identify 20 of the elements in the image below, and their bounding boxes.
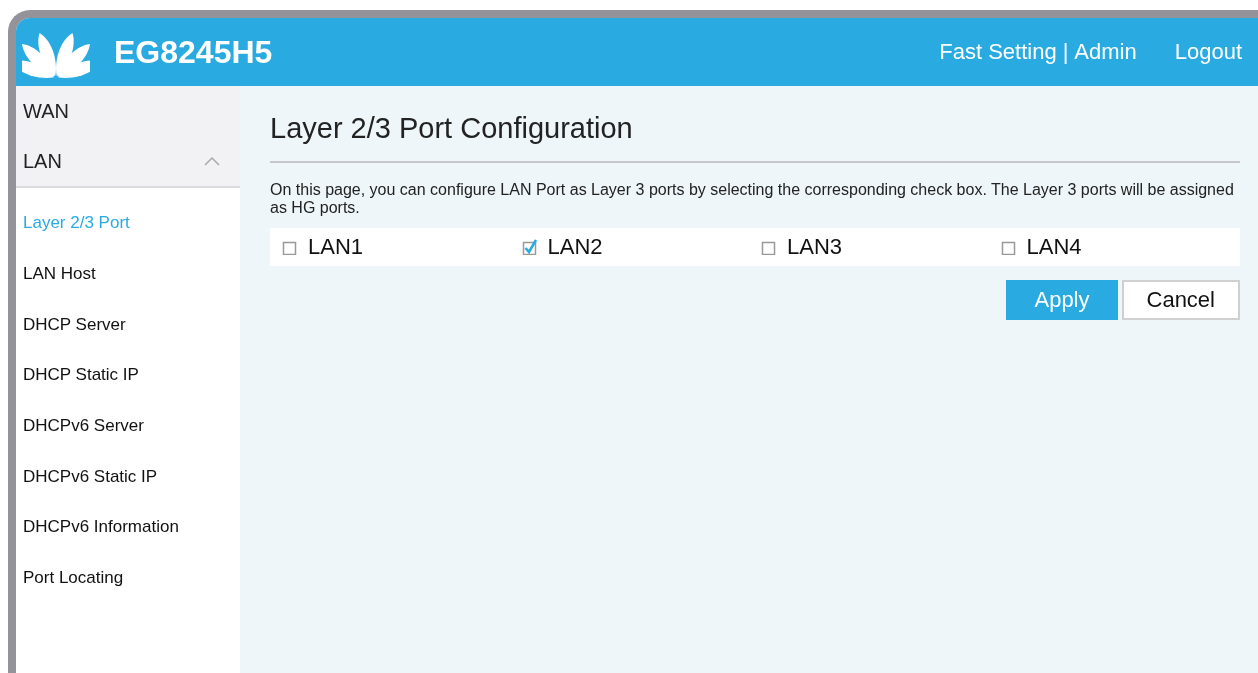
port-label: LAN4 xyxy=(1026,233,1082,260)
chevron-icon xyxy=(204,156,220,166)
cancel-button[interactable]: Cancel xyxy=(1121,279,1240,320)
separator: | xyxy=(1062,39,1069,65)
port-label: LAN1 xyxy=(308,233,364,260)
sidebar-subitem[interactable]: LAN Host xyxy=(16,248,240,300)
page-title: Layer 2/3 Port Configuration xyxy=(270,112,1240,163)
sidebar-subitem[interactable]: DHCPv6 Information xyxy=(16,502,240,553)
device-model-title: EG8245H5 xyxy=(114,33,273,71)
port-label: LAN3 xyxy=(787,233,843,260)
description-text: On this page, you can configure LAN Port as Layer 3 ports by selecting the corresponding check box. The Layer 3 ports will be assigned as HG ports. xyxy=(270,181,1235,218)
sidebar-subitem[interactable]: DHCP Static IP xyxy=(16,350,240,401)
sidebar-subitem[interactable]: DHCP Server xyxy=(16,299,240,351)
sidebar-subitem[interactable]: DHCPv6 Static IP xyxy=(16,451,240,503)
checkbox[interactable] xyxy=(521,238,538,255)
sidebar-subitem[interactable]: DHCPv6 Server xyxy=(16,400,240,452)
sidebar-subitem[interactable]: Port Locating xyxy=(16,552,240,604)
sidebar-item[interactable]: WAN xyxy=(16,86,240,136)
port-label: LAN2 xyxy=(547,233,603,260)
sidebar-item[interactable]: LAN xyxy=(16,136,240,188)
